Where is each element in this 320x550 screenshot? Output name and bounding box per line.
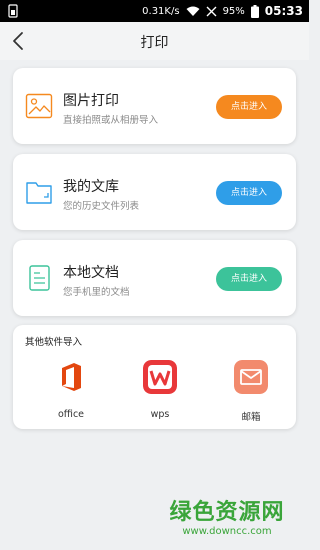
import-section: 其他软件导入 office wps 邮箱 [13, 325, 296, 429]
battery-saver-icon [8, 4, 18, 18]
card-subtitle: 您手机里的文档 [63, 287, 130, 298]
enter-image-print-button[interactable]: 点击进入 [216, 95, 282, 119]
app-label: office [57, 409, 85, 420]
office-icon[interactable] [54, 360, 88, 394]
no-signal-icon [206, 6, 217, 16]
app-label: 邮箱 [241, 412, 261, 423]
import-office[interactable]: office [41, 360, 101, 420]
header-bar: 打印 [0, 22, 309, 60]
card-my-library[interactable]: 我的文库 您的历史文件列表 点击进入 [13, 154, 296, 230]
watermark-url: www.downcc.com [182, 526, 272, 537]
battery-icon [250, 4, 259, 18]
clock: 05:33 [264, 4, 303, 18]
wps-icon[interactable] [143, 360, 177, 394]
network-speed: 0.31K/s [142, 5, 180, 17]
card-subtitle: 您的历史文件列表 [63, 201, 140, 212]
image-icon [25, 93, 53, 119]
enter-my-library-button[interactable]: 点击进入 [216, 181, 282, 205]
mail-icon[interactable] [234, 360, 268, 394]
card-title: 图片打印 [63, 93, 119, 109]
page-title: 打印 [140, 35, 169, 51]
wifi-icon [186, 6, 200, 16]
app-label: wps [150, 409, 170, 420]
card-title: 本地文档 [63, 265, 119, 281]
card-local-documents[interactable]: 本地文档 您手机里的文档 点击进入 [13, 240, 296, 316]
import-mail[interactable]: 邮箱 [221, 360, 281, 423]
document-icon [29, 265, 50, 291]
import-heading: 其他软件导入 [25, 337, 83, 348]
folder-icon [26, 182, 52, 204]
card-image-print[interactable]: 图片打印 直接拍照或从相册导入 点击进入 [13, 68, 296, 144]
card-title: 我的文库 [63, 179, 119, 195]
battery-percent: 95% [222, 5, 245, 17]
watermark-title: 绿色资源网 [169, 500, 285, 525]
status-bar: 0.31K/s 95% 05:33 [0, 0, 309, 22]
import-wps[interactable]: wps [130, 360, 190, 420]
card-subtitle: 直接拍照或从相册导入 [63, 115, 159, 126]
watermark: 绿色资源网 www.downcc.com [167, 494, 287, 537]
enter-local-documents-button[interactable]: 点击进入 [216, 267, 282, 291]
